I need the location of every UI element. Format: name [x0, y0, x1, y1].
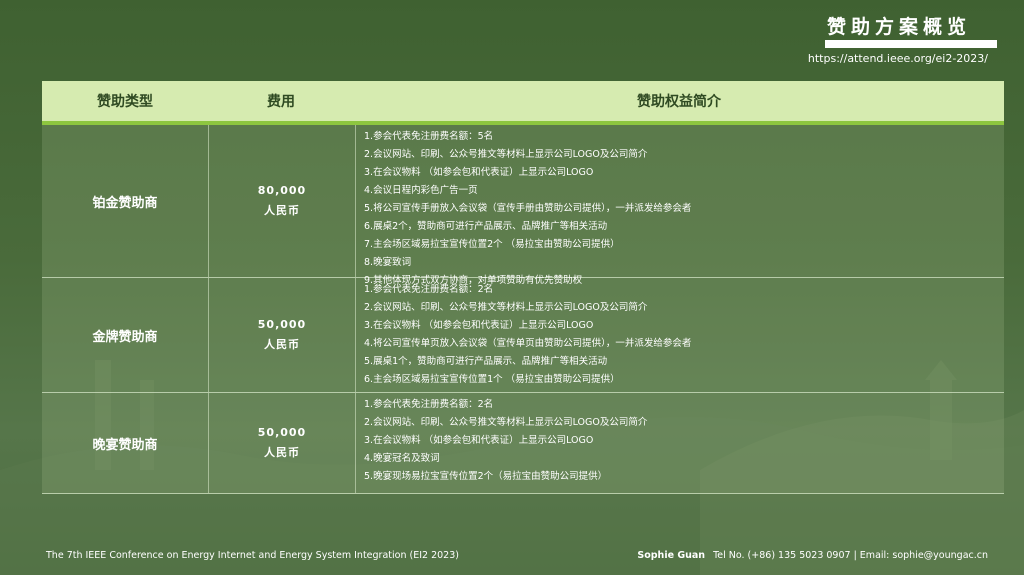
benefit-item: 2.会议网站、印刷、公众号推文等材料上显示公司LOGO及公司简介	[364, 302, 648, 313]
benefits-list: 1.参会代表免注册费名额：2名 2.会议网站、印刷、公众号推文等材料上显示公司L…	[356, 278, 1004, 392]
benefit-item: 1.参会代表免注册费名额：5名	[364, 131, 494, 142]
table-row-platinum: 铂金赞助商 80,000 人民币 1.参会代表免注册费名额：5名 2.会议网站、…	[42, 125, 1004, 286]
contact-details: Tel No. (+86) 135 5023 0907 | Email: sop…	[713, 550, 988, 561]
header-type: 赞助类型	[97, 94, 153, 110]
fee-currency: 人民币	[264, 204, 300, 217]
fee-currency: 人民币	[264, 446, 300, 459]
sponsor-fee: 50,000 人民币	[209, 278, 356, 392]
benefit-item: 4.将公司宣传单页放入会议袋（宣传单页由赞助公司提供），一并派发给参会者	[364, 338, 692, 349]
benefit-item: 2.会议网站、印刷、公众号推文等材料上显示公司LOGO及公司简介	[364, 149, 648, 160]
page-title: 赞助方案概览	[826, 16, 971, 38]
sponsor-type: 晚宴赞助商	[42, 393, 209, 493]
benefit-item: 2.会议网站、印刷、公众号推文等材料上显示公司LOGO及公司简介	[364, 417, 648, 428]
header-benefits: 赞助权益简介	[637, 94, 721, 110]
conference-name: The 7th IEEE Conference on Energy Intern…	[46, 550, 459, 561]
benefit-item: 3.在会议物料 （如参会包和代表证）上显示公司LOGO	[364, 320, 594, 331]
benefit-item: 5.将公司宣传手册放入会议袋（宣传手册由赞助公司提供），一并派发给参会者	[364, 203, 692, 214]
benefit-item: 8.晚宴致词	[364, 257, 412, 268]
sponsor-type: 金牌赞助商	[42, 278, 209, 392]
table-row-gold: 金牌赞助商 50,000 人民币 1.参会代表免注册费名额：2名 2.会议网站、…	[42, 278, 1004, 393]
benefit-item: 5.晚宴现场易拉宝宣传位置2个（易拉宝由赞助公司提供）	[364, 471, 608, 482]
fee-amount: 50,000	[257, 426, 307, 439]
sponsor-fee: 50,000 人民币	[209, 393, 356, 493]
benefits-list: 1.参会代表免注册费名额：5名 2.会议网站、印刷、公众号推文等材料上显示公司L…	[356, 125, 1004, 286]
header-fee: 费用	[267, 94, 295, 110]
benefit-item: 7.主会场区域易拉宝宣传位置2个 （易拉宝由赞助公司提供）	[364, 239, 620, 250]
sponsor-fee: 80,000 人民币	[209, 125, 356, 277]
benefit-item: 6.展桌2个，赞助商可进行产品展示、品牌推广等相关活动	[364, 221, 608, 232]
fee-amount: 80,000	[257, 184, 307, 197]
benefit-item: 1.参会代表免注册费名额：2名	[364, 399, 494, 410]
table-row-banquet: 晚宴赞助商 50,000 人民币 1.参会代表免注册费名额：2名 2.会议网站、…	[42, 393, 1004, 494]
title-underline	[825, 40, 997, 48]
benefit-item: 3.在会议物料 （如参会包和代表证）上显示公司LOGO	[364, 167, 594, 178]
benefit-item: 5.展桌1个，赞助商可进行产品展示、品牌推广等相关活动	[364, 356, 608, 367]
benefit-item: 3.在会议物料 （如参会包和代表证）上显示公司LOGO	[364, 435, 594, 446]
contact-name: Sophie Guan	[637, 550, 706, 561]
contact-info: Sophie Guan Tel No. (+86) 135 5023 0907 |…	[637, 550, 988, 561]
fee-amount: 50,000	[257, 318, 307, 331]
sponsor-type: 铂金赞助商	[42, 125, 209, 277]
benefit-item: 4.会议日程内彩色广告一页	[364, 185, 478, 196]
fee-currency: 人民币	[264, 338, 300, 351]
benefits-list: 1.参会代表免注册费名额：2名 2.会议网站、印刷、公众号推文等材料上显示公司L…	[356, 393, 1004, 493]
benefit-item: 4.晚宴冠名及致词	[364, 453, 440, 464]
benefit-item: 6.主会场区域易拉宝宣传位置1个 （易拉宝由赞助公司提供）	[364, 374, 620, 385]
table-header: 赞助类型 费用 赞助权益简介	[42, 81, 1004, 125]
benefit-item: 1.参会代表免注册费名额：2名	[364, 284, 494, 295]
conference-url[interactable]: https://attend.ieee.org/ei2-2023/	[808, 52, 988, 65]
sponsorship-table: 赞助类型 费用 赞助权益简介 铂金赞助商 80,000 人民币 1.参会代表免注…	[42, 81, 1004, 494]
